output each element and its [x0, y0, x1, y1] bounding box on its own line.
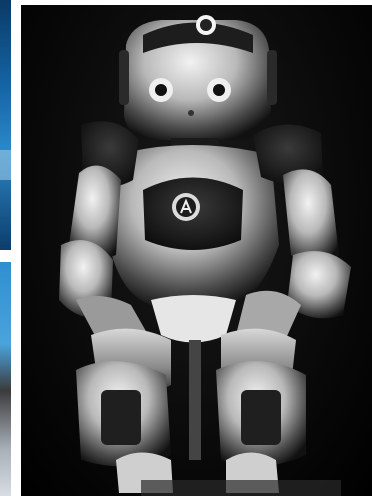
main-photo [21, 5, 372, 496]
thumbnail-bottom[interactable] [0, 262, 11, 496]
thumbnail-top[interactable] [0, 0, 11, 250]
robot-right-leg [216, 328, 306, 493]
thumbnail-highlight [0, 150, 11, 180]
robot-left-leg [76, 328, 173, 493]
robot-head [119, 15, 277, 140]
robot-illustration [59, 15, 351, 496]
